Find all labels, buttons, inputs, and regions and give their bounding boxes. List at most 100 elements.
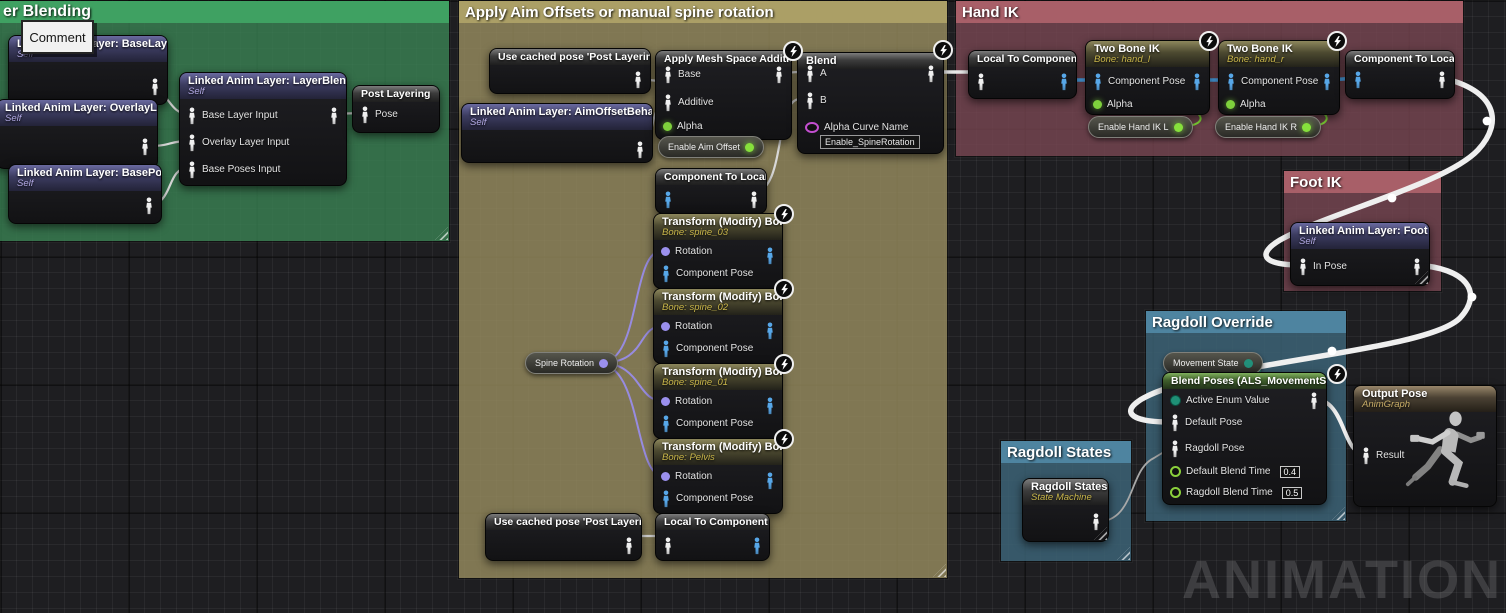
pin-label: Base [678, 69, 701, 80]
comment-title-bar[interactable]: Hand IK [956, 1, 1463, 23]
pose-input-pin[interactable] [976, 73, 986, 91]
alpha-pin[interactable] [1226, 100, 1235, 109]
component-pose-output-pin[interactable] [1322, 73, 1332, 91]
variable-pill-spine-rotation[interactable]: Spine Rotation [525, 352, 618, 374]
pose-input-pin[interactable] [187, 134, 197, 152]
component-pose-output-pin[interactable] [765, 397, 775, 415]
variable-pill-enable-hand-ik-r[interactable]: Enable Hand IK R [1215, 116, 1321, 138]
bool-pin[interactable] [745, 143, 754, 152]
node-blend[interactable]: Blend A B Alpha Curve Name Enable_SpineR… [797, 52, 944, 154]
rotator-pin[interactable] [599, 359, 608, 368]
pose-input-pin[interactable] [187, 107, 197, 125]
float-pin[interactable] [1170, 487, 1181, 498]
component-pose-input-pin[interactable] [1353, 71, 1363, 89]
pose-output-pin[interactable] [633, 71, 643, 89]
variable-pill-enable-aim-offset[interactable]: Enable Aim Offset [658, 136, 764, 158]
component-pose-output-pin[interactable] [752, 537, 762, 555]
node-post-layering[interactable]: Post Layering Pose [352, 85, 440, 133]
node-transform-modify-bone-spine01[interactable]: Transform (Modify) Bone Bone: spine_01 R… [653, 363, 783, 439]
pose-input-pin[interactable] [360, 106, 370, 124]
node-blend-poses-als-movementstate[interactable]: Blend Poses (ALS_MovementState) Active E… [1162, 372, 1327, 505]
pose-output-pin[interactable] [1437, 71, 1447, 89]
node-two-bone-ik-hand-l[interactable]: Two Bone IK Bone: hand_l Component Pose … [1085, 40, 1210, 115]
node-linked-anim-layer-baseposes[interactable]: Linked Anim Layer: BasePoses Self [8, 164, 162, 224]
component-pose-output-pin[interactable] [765, 322, 775, 340]
node-output-pose[interactable]: Output Pose AnimGraph Result [1353, 385, 1497, 507]
enum-pin[interactable] [1244, 359, 1253, 368]
node-title: Linked Anim Layer: AimOffsetBehaviors [470, 106, 652, 118]
alpha-pin[interactable] [1093, 100, 1102, 109]
bool-pin[interactable] [1302, 123, 1311, 132]
component-pose-output-pin[interactable] [1192, 73, 1202, 91]
pose-output-pin[interactable] [1412, 258, 1422, 276]
rotation-pin[interactable] [661, 247, 670, 256]
variable-pill-movement-state[interactable]: Movement State [1163, 352, 1263, 374]
node-linked-anim-layer-foot-ik[interactable]: Linked Anim Layer: Foot IK Self In Pose [1290, 222, 1430, 286]
component-pose-input-pin[interactable] [661, 265, 671, 283]
active-enum-value-pin[interactable] [1170, 395, 1181, 406]
component-pose-output-pin[interactable] [765, 472, 775, 490]
node-apply-mesh-space-additive[interactable]: Apply Mesh Space Additive Base Additive … [655, 50, 792, 140]
comment-title-bar[interactable]: Apply Aim Offsets or manual spine rotati… [459, 1, 947, 23]
node-transform-modify-bone-spine03[interactable]: Transform (Modify) Bone Bone: spine_03 R… [653, 213, 783, 289]
variable-pill-enable-hand-ik-l[interactable]: Enable Hand IK L [1088, 116, 1193, 138]
pose-output-pin[interactable] [926, 65, 936, 83]
node-transform-modify-bone-spine02[interactable]: Transform (Modify) Bone Bone: spine_02 R… [653, 288, 783, 364]
pose-output-pin[interactable] [140, 138, 150, 156]
alpha-curve-name-field[interactable]: Enable_SpineRotation [820, 135, 920, 149]
node-linked-anim-layer-aimoffsetbehaviors[interactable]: Linked Anim Layer: AimOffsetBehaviors Se… [461, 103, 653, 163]
pose-output-pin[interactable] [150, 78, 160, 96]
pose-input-pin[interactable] [187, 161, 197, 179]
pose-input-pin[interactable] [805, 92, 815, 110]
float-pin[interactable] [1170, 466, 1181, 477]
pose-input-pin[interactable] [805, 65, 815, 83]
pose-input-pin[interactable] [663, 66, 673, 84]
node-linked-anim-layer-layerblending[interactable]: Linked Anim Layer: LayerBlending Self Ba… [179, 72, 347, 186]
node-use-cached-pose-bottom[interactable]: Use cached pose 'Post Layering' [485, 513, 642, 561]
bool-pin[interactable] [1174, 123, 1183, 132]
pose-input-pin[interactable] [663, 94, 673, 112]
result-input-pin[interactable] [1361, 447, 1371, 465]
pose-output-pin[interactable] [329, 107, 339, 125]
node-component-to-local-hand[interactable]: Component To Local [1345, 50, 1455, 99]
comment-title-bar[interactable]: Foot IK [1284, 171, 1441, 193]
pose-output-pin[interactable] [624, 537, 634, 555]
pose-input-pin[interactable] [1170, 440, 1180, 458]
ragdoll-blend-time-value[interactable]: 0.5 [1282, 487, 1303, 499]
pose-output-pin[interactable] [774, 66, 784, 84]
comment-title-bar[interactable]: Ragdoll States [1001, 441, 1131, 463]
pose-input-pin[interactable] [1298, 258, 1308, 276]
comment-title-bar[interactable]: Ragdoll Override [1146, 311, 1346, 333]
pose-output-pin[interactable] [1309, 392, 1319, 410]
component-pose-input-pin[interactable] [661, 490, 671, 508]
node-linked-anim-layer-overlaylayer[interactable]: Linked Anim Layer: OverlayLayer Self [0, 99, 158, 169]
animgraph-canvas[interactable]: ANIMATION er Blending Apply Aim Offsets … [0, 0, 1506, 613]
component-pose-input-pin[interactable] [1226, 73, 1236, 91]
pose-input-pin[interactable] [663, 537, 673, 555]
default-blend-time-value[interactable]: 0.4 [1280, 466, 1301, 478]
node-transform-modify-bone-pelvis[interactable]: Transform (Modify) Bone Bone: Pelvis Rot… [653, 438, 783, 514]
component-pose-output-pin[interactable] [1059, 73, 1069, 91]
component-pose-input-pin[interactable] [661, 340, 671, 358]
node-local-to-component-hand[interactable]: Local To Component [968, 50, 1077, 99]
node-local-to-component-mid[interactable]: Local To Component [655, 513, 770, 561]
pose-output-pin[interactable] [1091, 513, 1101, 531]
component-pose-input-pin[interactable] [1093, 73, 1103, 91]
pose-output-pin[interactable] [144, 197, 154, 215]
alpha-pin[interactable] [663, 122, 672, 131]
component-pose-input-pin[interactable] [661, 415, 671, 433]
pose-output-pin[interactable] [635, 141, 645, 159]
rotation-pin[interactable] [661, 397, 670, 406]
pose-input-pin[interactable] [1170, 414, 1180, 432]
node-ragdoll-states-state-machine[interactable]: Ragdoll States State Machine [1022, 478, 1109, 542]
alpha-curve-name-pin[interactable] [805, 122, 819, 133]
rotation-pin[interactable] [661, 322, 670, 331]
comment-title: Ragdoll States [1007, 444, 1111, 461]
rotation-pin[interactable] [661, 472, 670, 481]
node-two-bone-ik-hand-r[interactable]: Two Bone IK Bone: hand_r Component Pose … [1218, 40, 1340, 115]
node-use-cached-pose-top[interactable]: Use cached pose 'Post Layering' [489, 48, 651, 94]
pose-output-pin[interactable] [749, 191, 759, 209]
node-component-to-local-mid[interactable]: Component To Local [655, 168, 767, 214]
component-pose-input-pin[interactable] [663, 191, 673, 209]
component-pose-output-pin[interactable] [765, 247, 775, 265]
